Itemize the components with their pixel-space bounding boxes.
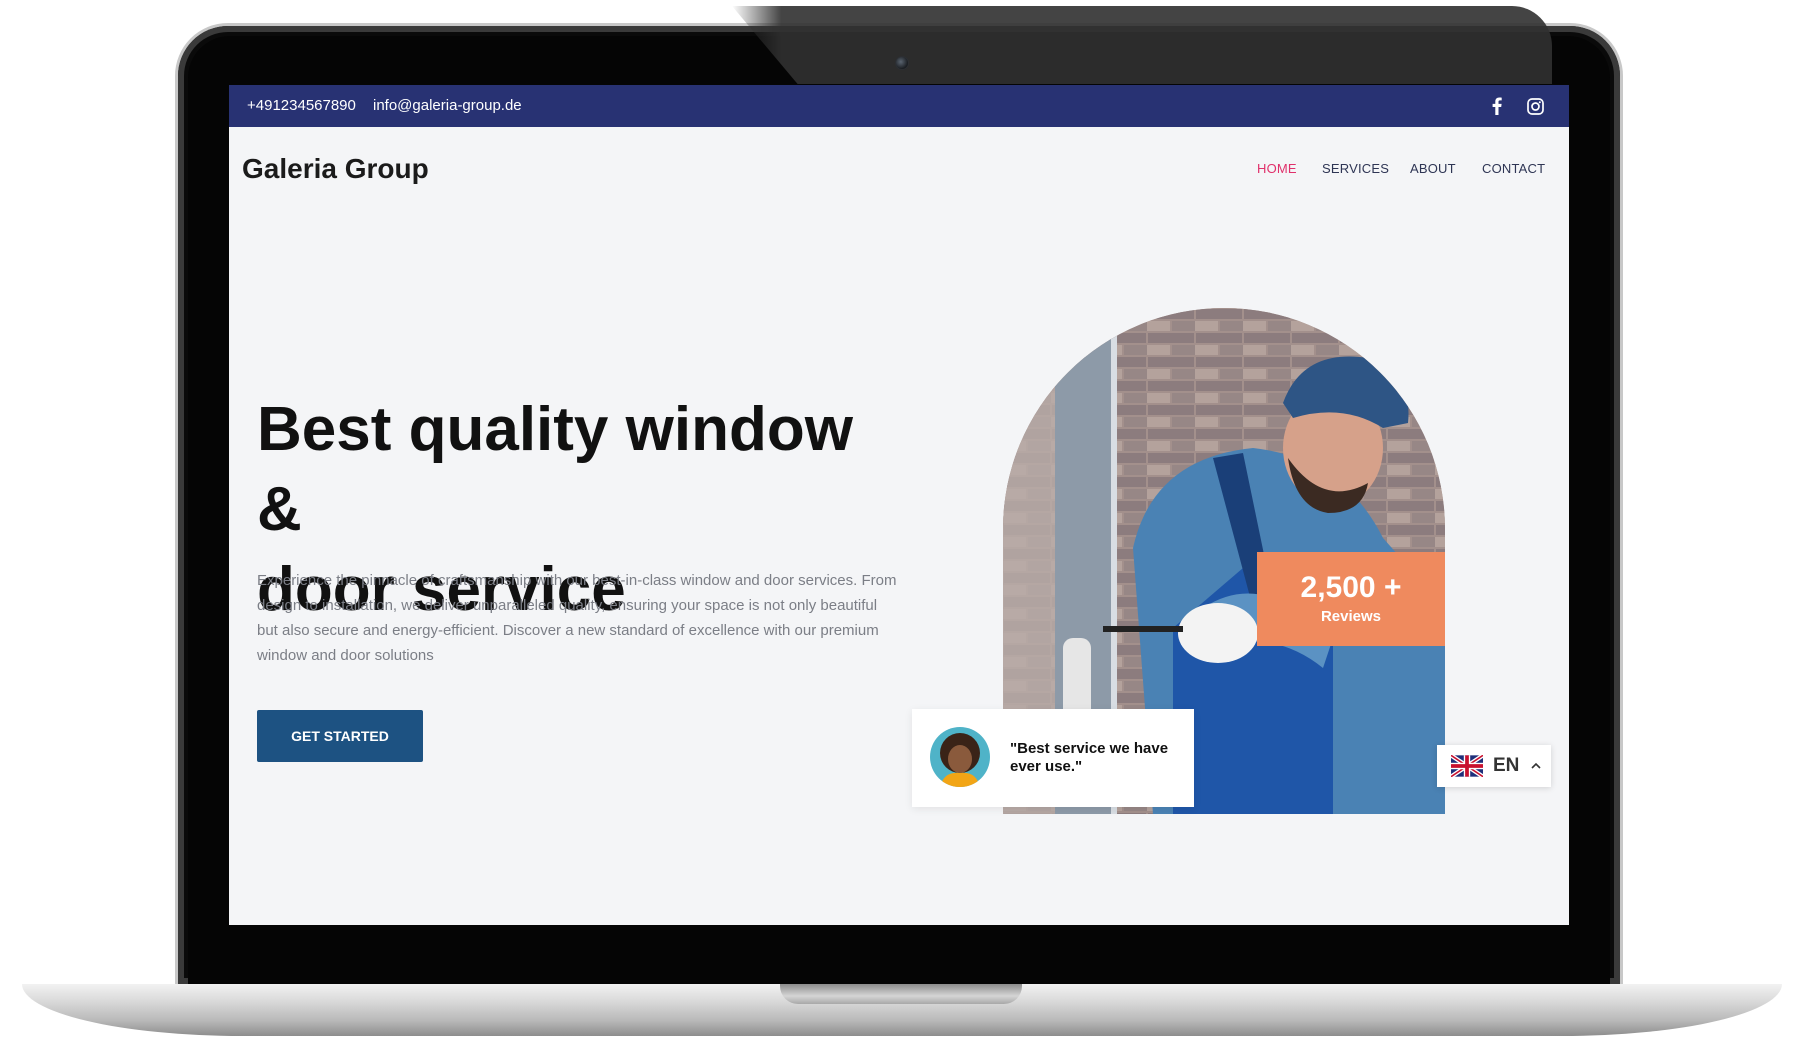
email-link[interactable]: info@galeria-group.de xyxy=(373,97,522,114)
phone-link[interactable]: +491234567890 xyxy=(247,97,356,114)
get-started-button[interactable]: GET STARTED xyxy=(257,710,423,762)
testimonial-quote: "Best service we have ever use." xyxy=(1010,740,1180,776)
nav-about[interactable]: ABOUT xyxy=(1410,161,1456,176)
facebook-icon[interactable] xyxy=(1487,96,1507,116)
hero-description: Experience the pinnacle of craftsmanship… xyxy=(257,568,897,668)
nav-services[interactable]: SERVICES xyxy=(1322,161,1389,176)
laptop-notch xyxy=(780,984,1022,1004)
site-logo[interactable]: Galeria Group xyxy=(242,153,429,185)
avatar xyxy=(930,727,990,787)
lid-glare xyxy=(732,6,1552,84)
language-code: EN xyxy=(1493,755,1519,777)
nav-contact[interactable]: CONTACT xyxy=(1482,161,1545,176)
reviews-badge: 2,500 + Reviews xyxy=(1257,552,1445,646)
uk-flag-icon xyxy=(1451,755,1483,777)
instagram-icon[interactable] xyxy=(1525,96,1545,116)
language-switcher[interactable]: EN xyxy=(1437,745,1551,787)
top-contact-bar: +491234567890 info@galeria-group.de xyxy=(229,85,1569,127)
website-screen: +491234567890 info@galeria-group.de Gale… xyxy=(229,85,1569,925)
reviews-label: Reviews xyxy=(1257,608,1445,625)
hero-title-line-1: Best quality window & xyxy=(257,390,897,550)
nav-home[interactable]: HOME xyxy=(1257,161,1297,176)
testimonial-card: "Best service we have ever use." xyxy=(912,709,1194,807)
camera-icon xyxy=(895,56,909,70)
chevron-up-icon xyxy=(1529,759,1543,773)
reviews-count: 2,500 + xyxy=(1257,571,1445,605)
